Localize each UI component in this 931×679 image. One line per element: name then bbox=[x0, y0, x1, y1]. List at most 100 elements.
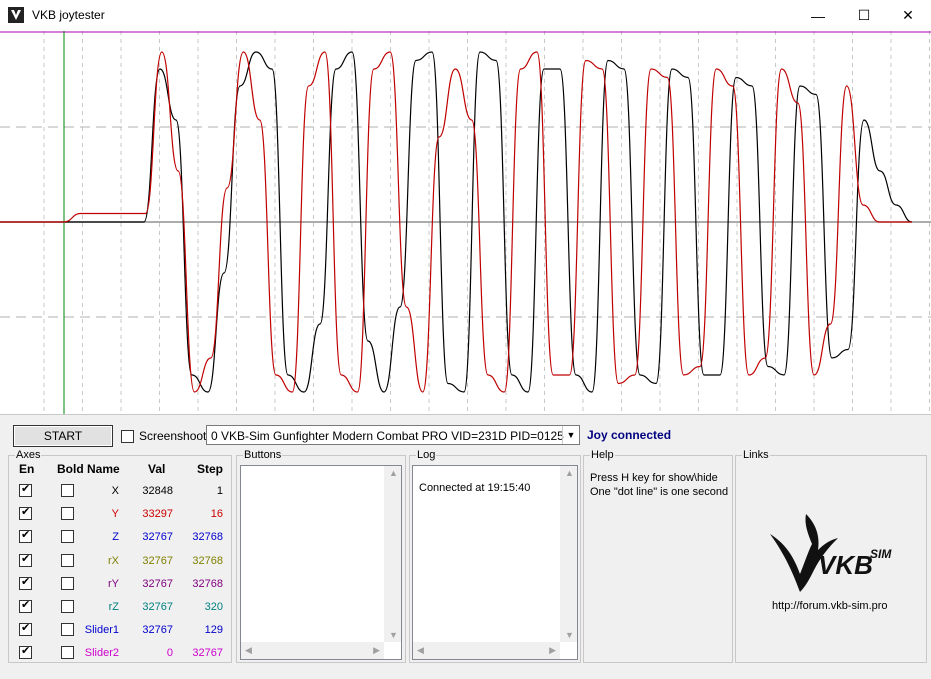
axis-row-z: Z 32767 32768 bbox=[9, 526, 231, 548]
help-group: Help Press H key for show\hide One "dot … bbox=[583, 449, 733, 663]
axis-bold-checkbox[interactable] bbox=[61, 600, 74, 613]
vkb-logo-icon bbox=[8, 7, 24, 23]
axis-bold-checkbox[interactable] bbox=[61, 484, 74, 497]
screenshot-option[interactable]: Screenshoot bbox=[121, 429, 206, 443]
axis-value: 32767 bbox=[142, 554, 173, 567]
buttons-horizontal-scrollbar[interactable]: ◀ ▶ bbox=[241, 642, 384, 659]
connection-status: Joy connected bbox=[587, 428, 672, 442]
axis-row-rx: rX 32767 32768 bbox=[9, 550, 231, 572]
col-header-bold: Bold bbox=[57, 462, 84, 476]
scroll-left-icon[interactable]: ◀ bbox=[245, 645, 252, 656]
scroll-left-icon[interactable]: ◀ bbox=[417, 645, 424, 656]
control-panel: START Screenshoot 0 VKB-Sim Gunfighter M… bbox=[0, 414, 931, 679]
svg-text:VKB: VKB bbox=[818, 550, 873, 580]
axis-step: 32768 bbox=[192, 531, 223, 544]
axis-name: rX bbox=[108, 554, 119, 567]
axis-name: Z bbox=[112, 531, 119, 544]
log-entry: Connected at 19:15:40 bbox=[419, 482, 531, 494]
axis-name: rY bbox=[108, 577, 119, 590]
col-header-name: Name bbox=[87, 462, 120, 476]
scroll-up-icon[interactable]: ▲ bbox=[565, 468, 574, 478]
device-select[interactable]: 0 VKB-Sim Gunfighter Modern Combat PRO V… bbox=[206, 425, 580, 445]
col-header-step: Step bbox=[197, 462, 224, 476]
scroll-down-icon[interactable]: ▼ bbox=[565, 630, 574, 640]
axis-bold-checkbox[interactable] bbox=[61, 530, 74, 544]
buttons-group-title: Buttons bbox=[243, 449, 283, 461]
axis-step: 32768 bbox=[192, 577, 223, 590]
axis-value: 32848 bbox=[142, 485, 173, 497]
screenshot-checkbox[interactable] bbox=[121, 429, 134, 443]
axis-row-rz: rZ 32767 320 bbox=[9, 596, 231, 618]
buttons-vertical-scrollbar[interactable]: ▲ ▼ bbox=[384, 466, 401, 642]
axis-bold-checkbox[interactable] bbox=[61, 507, 74, 521]
title-bar: VKB joytester — ☐ ✕ bbox=[0, 0, 931, 32]
axis-row-ry: rY 32767 32768 bbox=[9, 573, 231, 595]
maximize-button[interactable]: ☐ bbox=[841, 0, 887, 31]
signal-chart bbox=[0, 31, 931, 414]
axis-enable-checkbox[interactable] bbox=[19, 505, 32, 521]
signal-chart-svg bbox=[0, 31, 931, 414]
log-list[interactable]: Connected at 19:15:40 ▲ ▼ ◀ ▶ bbox=[412, 465, 578, 660]
axis-row-y: Y 33297 16 bbox=[9, 503, 231, 525]
axis-enable-checkbox[interactable] bbox=[19, 552, 32, 567]
buttons-group: Buttons ▲ ▼ ◀ ▶ bbox=[236, 449, 406, 663]
axis-enable-checkbox[interactable] bbox=[19, 644, 32, 660]
col-header-en: En bbox=[19, 462, 35, 476]
links-group: Links VKB SIM http://forum.vkb-sim.pro bbox=[735, 449, 927, 663]
axes-group: Axes En Bold Name Val Step X 32848 1 Y 33297… bbox=[8, 449, 232, 664]
close-button[interactable]: ✕ bbox=[885, 0, 931, 31]
axis-enable-checkbox[interactable] bbox=[19, 482, 32, 497]
axis-step: 32768 bbox=[192, 554, 223, 567]
help-text-line: Press H key for show\hide bbox=[590, 472, 718, 484]
axis-name: rZ bbox=[108, 601, 119, 613]
start-button[interactable]: START bbox=[13, 425, 113, 447]
axis-value: 32767 bbox=[142, 531, 173, 544]
axis-step: 16 bbox=[210, 508, 223, 521]
axis-value: 32767 bbox=[142, 624, 173, 637]
device-select-value: 0 VKB-Sim Gunfighter Modern Combat PRO V… bbox=[211, 429, 564, 443]
help-text-line: One "dot line" is one second bbox=[590, 486, 729, 498]
axis-bold-checkbox[interactable] bbox=[61, 576, 74, 590]
log-vertical-scrollbar[interactable]: ▲ ▼ bbox=[560, 466, 577, 642]
vkb-sim-logo[interactable]: VKB SIM bbox=[768, 514, 898, 594]
window-title: VKB joytester bbox=[32, 8, 105, 22]
axes-group-title: Axes bbox=[15, 449, 42, 461]
axis-name: X bbox=[111, 485, 119, 497]
scroll-right-icon[interactable]: ▶ bbox=[549, 645, 556, 656]
axis-row-slider2: Slider2 0 32767 bbox=[9, 642, 231, 664]
axis-step: 32767 bbox=[192, 647, 223, 660]
forum-link[interactable]: http://forum.vkb-sim.pro bbox=[772, 600, 888, 612]
axis-row-x: X 32848 1 bbox=[9, 480, 231, 502]
scroll-right-icon[interactable]: ▶ bbox=[373, 645, 380, 656]
buttons-list[interactable]: ▲ ▼ ◀ ▶ bbox=[240, 465, 402, 660]
axis-step: 320 bbox=[204, 601, 223, 613]
axis-value: 32767 bbox=[142, 601, 173, 613]
screenshot-label: Screenshoot bbox=[139, 429, 207, 443]
axis-enable-checkbox[interactable] bbox=[19, 621, 32, 637]
axis-value: 32767 bbox=[142, 577, 173, 590]
col-header-val: Val bbox=[148, 462, 166, 476]
scroll-down-icon[interactable]: ▼ bbox=[389, 630, 398, 640]
axis-bold-checkbox[interactable] bbox=[61, 646, 74, 660]
axis-value: 0 bbox=[166, 647, 173, 660]
axis-bold-checkbox[interactable] bbox=[61, 623, 74, 637]
minimize-button[interactable]: — bbox=[795, 0, 841, 31]
chevron-down-icon[interactable]: ▼ bbox=[562, 426, 579, 444]
axis-value: 33297 bbox=[142, 508, 173, 521]
axis-bold-checkbox[interactable] bbox=[61, 553, 74, 567]
log-group: Log Connected at 19:15:40 ▲ ▼ ◀ ▶ bbox=[409, 449, 581, 663]
links-group-title: Links bbox=[742, 449, 770, 461]
axis-name: Slider1 bbox=[84, 624, 119, 637]
axis-name: Slider2 bbox=[84, 647, 119, 660]
axis-step: 129 bbox=[204, 624, 223, 637]
help-group-title: Help bbox=[590, 449, 615, 461]
axis-name: Y bbox=[111, 508, 119, 521]
axis-enable-checkbox[interactable] bbox=[19, 528, 32, 544]
log-horizontal-scrollbar[interactable]: ◀ ▶ bbox=[413, 642, 560, 659]
scroll-up-icon[interactable]: ▲ bbox=[389, 468, 398, 478]
axis-enable-checkbox[interactable] bbox=[19, 598, 32, 613]
axis-step: 1 bbox=[216, 485, 223, 497]
log-group-title: Log bbox=[416, 449, 437, 461]
axis-enable-checkbox[interactable] bbox=[19, 575, 32, 590]
axis-row-slider1: Slider1 32767 129 bbox=[9, 619, 231, 641]
